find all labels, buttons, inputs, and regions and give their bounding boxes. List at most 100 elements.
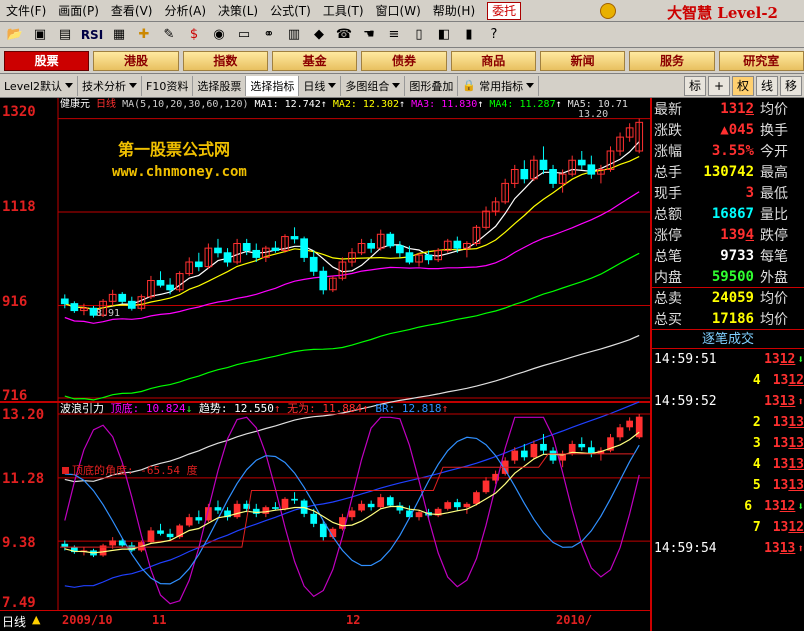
- menu-item-2[interactable]: 查看(V): [105, 0, 159, 22]
- market-tab-6[interactable]: 新闻: [539, 50, 626, 71]
- candle-body: [577, 159, 586, 166]
- page-icon[interactable]: ▯: [408, 25, 430, 45]
- ma4-value: MA4: 11.287: [489, 99, 556, 110]
- crosshair-icon[interactable]: ✚: [133, 25, 155, 45]
- tick-volume: 2: [752, 415, 761, 430]
- market-tab-1[interactable]: 港股: [93, 50, 179, 71]
- tick-price: 1313: [764, 394, 796, 409]
- menu-item-5[interactable]: 公式(T): [264, 0, 317, 22]
- period-select[interactable]: 日线: [299, 75, 342, 96]
- phone-icon[interactable]: ☎: [333, 25, 355, 45]
- pick-stock-button[interactable]: 选择股票: [193, 75, 247, 96]
- candle-body: [300, 238, 308, 258]
- chevron-down-icon: [328, 83, 337, 88]
- sub-candle-body: [272, 507, 279, 509]
- grid-icon[interactable]: ▦: [108, 25, 130, 45]
- kline-chart[interactable]: 健康元 日线 MA(5,10,20,30,60,120) MA1: 12.742…: [0, 98, 650, 610]
- ma-definition: MA(5,10,20,30,60,120): [122, 99, 249, 110]
- menu-item-0[interactable]: 文件(F): [0, 0, 52, 22]
- low-price-label: 8.91: [96, 308, 121, 319]
- quote-row: 总笔 9733 每笔: [652, 245, 804, 266]
- tick-time: 14:59:52: [654, 394, 717, 409]
- quote-key: 最新: [654, 101, 682, 118]
- quote-key-2: 量比: [760, 206, 788, 223]
- quote-key-2: 均价: [760, 101, 788, 118]
- menu-item-3[interactable]: 分析(A): [158, 0, 212, 22]
- monitor-icon[interactable]: ▣: [29, 25, 51, 45]
- window-icon[interactable]: ▭: [233, 25, 255, 45]
- sub-candle-body: [444, 502, 452, 509]
- tick-volume: 4: [752, 457, 761, 472]
- market-tab-2[interactable]: 指数: [182, 50, 268, 71]
- ticks-table: 14:59:51 1312 ⬇ 4 1312 14:59:52 1313 ⬆ 2 1313 3 131…: [652, 349, 804, 559]
- ticks-title: 逐笔成交: [652, 329, 804, 349]
- f10-button[interactable]: F10资料: [142, 75, 194, 96]
- candle-body: [424, 254, 433, 261]
- common-index-select[interactable]: 🔒 常用指标: [458, 75, 540, 96]
- sub-candle-body: [319, 523, 327, 538]
- period-indicator[interactable]: 日线: [2, 613, 26, 630]
- view-toggle-4[interactable]: 移: [780, 75, 802, 96]
- news-icon[interactable]: ◉: [208, 25, 230, 45]
- main-legend: 健康元 日线 MA(5,10,20,30,60,120) MA1: 12.742…: [60, 99, 628, 110]
- market-tab-4[interactable]: 债券: [361, 50, 447, 71]
- ma-line-4: [64, 252, 640, 401]
- menu-item-1[interactable]: 画面(P): [52, 0, 105, 22]
- trust-button[interactable]: 委托: [487, 1, 522, 20]
- view-toggle-3[interactable]: 线: [756, 75, 778, 96]
- sub-candle-body: [626, 420, 633, 428]
- market-tab-7[interactable]: 服务: [629, 50, 715, 71]
- quote-row: 最新 1312 均价: [652, 98, 804, 119]
- quote-panel: 最新 1312 均价 涨跌 ▲045 换手 涨幅 3.55% 今开 总手 130742 最高 现手 3 最低…: [650, 98, 804, 631]
- y-label-main-1: 1118: [2, 199, 36, 215]
- quote-key: 总买: [654, 311, 682, 328]
- sub-candle-body: [473, 492, 480, 504]
- ma1-value: MA1: 12.742: [254, 99, 321, 110]
- book-icon[interactable]: ▮: [458, 25, 480, 45]
- market-tab-5[interactable]: 商品: [450, 50, 536, 71]
- folder-icon[interactable]: 📂: [4, 25, 26, 45]
- tick-volume: 3: [752, 436, 761, 451]
- ruler-icon[interactable]: ✎: [158, 25, 180, 45]
- triangle-up-icon[interactable]: ▲: [32, 613, 40, 626]
- multi-chart-select[interactable]: 多图组合: [341, 75, 406, 96]
- menu-item-7[interactable]: 窗口(W): [370, 0, 427, 22]
- market-tab-0[interactable]: 股票: [4, 50, 90, 71]
- view-toggle-0[interactable]: 标: [684, 75, 706, 96]
- quote-table: 最新 1312 均价 涨跌 ▲045 换手 涨幅 3.55% 今开 总手 130742 最高 现手 3 最低…: [652, 98, 804, 329]
- candle-body: [156, 280, 165, 286]
- level2-default-select[interactable]: Level2默认: [0, 75, 79, 96]
- tick-price: 1312: [772, 520, 804, 535]
- binoculars-icon[interactable]: ⚭: [258, 25, 280, 45]
- y-label-sub-1: 11.28: [2, 471, 45, 487]
- menu-item-6[interactable]: 工具(T): [317, 0, 370, 22]
- sub-candle-body: [616, 427, 624, 438]
- sub-candle-body: [377, 497, 385, 508]
- candle-body: [214, 247, 222, 254]
- menu-item-4[interactable]: 决策(L): [212, 0, 264, 22]
- high-price-label: 13.20: [578, 109, 609, 120]
- sub-candle-body: [463, 503, 471, 508]
- list-icon[interactable]: ≡: [383, 25, 405, 45]
- view-toggle-2[interactable]: 权: [732, 75, 754, 96]
- hand-icon[interactable]: ☚: [358, 25, 380, 45]
- tech-analysis-select[interactable]: 技术分析: [78, 75, 143, 96]
- candle-body: [242, 243, 251, 251]
- pick-index-button[interactable]: 选择指标: [246, 75, 300, 96]
- quote-key-2: 跌停: [760, 227, 788, 244]
- market-tab-8[interactable]: 研究室: [718, 50, 804, 71]
- view-toggle-1[interactable]: +: [708, 75, 730, 96]
- dollar-icon[interactable]: $: [183, 25, 205, 45]
- rsi-icon[interactable]: RSI: [79, 25, 105, 45]
- help-icon[interactable]: ?: [483, 25, 505, 45]
- table-icon[interactable]: ▥: [283, 25, 305, 45]
- diamond-icon[interactable]: ◆: [308, 25, 330, 45]
- chart-icon[interactable]: ▤: [54, 25, 76, 45]
- overlay-button[interactable]: 图形叠加: [405, 75, 459, 96]
- candle-body: [386, 233, 395, 247]
- market-tab-label: 研究室: [743, 54, 780, 68]
- window2-icon[interactable]: ◧: [433, 25, 455, 45]
- menu-item-8[interactable]: 帮助(H): [427, 0, 481, 22]
- market-tab-3[interactable]: 基金: [271, 50, 358, 71]
- sub-candle-body: [511, 450, 519, 461]
